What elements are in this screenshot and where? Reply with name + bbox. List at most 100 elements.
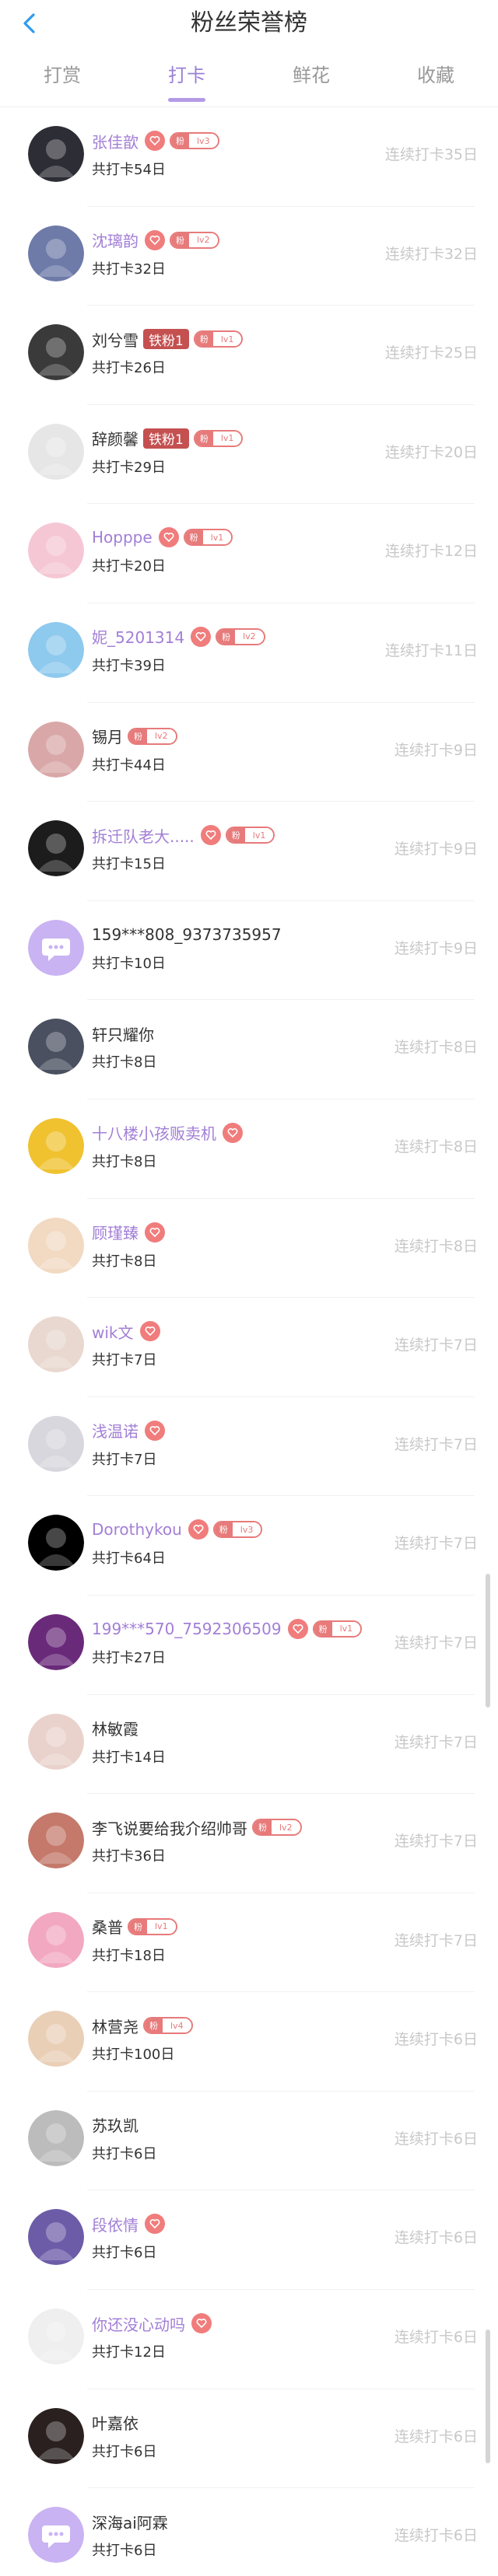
heart-icon: [188, 1519, 209, 1540]
user-name[interactable]: 刘兮雪: [92, 328, 139, 351]
user-name[interactable]: 叶嘉依: [92, 2411, 139, 2434]
user-name[interactable]: 辞颜馨: [92, 427, 139, 449]
avatar[interactable]: [28, 423, 84, 480]
user-name[interactable]: 桑普: [92, 1915, 123, 1938]
avatar[interactable]: [28, 2011, 84, 2067]
avatar[interactable]: [28, 2209, 84, 2266]
list-item[interactable]: 妮_5201314 粉 lv2 共打卡39日 连续打卡11日: [0, 603, 498, 703]
list-item[interactable]: 张佳歆粉 lv3 共打卡54日 连续打卡35日: [0, 107, 498, 207]
avatar[interactable]: [28, 1019, 84, 1075]
tab-flowers[interactable]: 鲜花: [249, 53, 374, 107]
avatar[interactable]: [28, 2309, 84, 2365]
list-item[interactable]: 199***570_7592306509 粉 lv1 共打卡27日 连续打卡7日: [0, 1596, 498, 1695]
list-item[interactable]: 林敏霞 共打卡14日 连续打卡7日: [0, 1695, 498, 1795]
list-item[interactable]: 浅温诺 共打卡7日 连续打卡7日: [0, 1397, 498, 1497]
user-name[interactable]: 林敏霞: [92, 1717, 139, 1739]
list-item[interactable]: 拆迁队老大..... 粉 lv1 共打卡15日 连续打卡9日: [0, 802, 498, 901]
user-photo-icon: [28, 1019, 84, 1075]
scrollbar-thumb[interactable]: [486, 2330, 490, 2463]
name-line: 轩只耀你: [92, 1022, 154, 1045]
user-name[interactable]: 深海ai阿霖: [92, 2511, 168, 2533]
user-photo-icon: [28, 1217, 84, 1274]
avatar[interactable]: [28, 523, 84, 579]
user-name[interactable]: 你还没心动吗: [92, 2312, 185, 2335]
list-item[interactable]: 深海ai阿霖 共打卡6日 连续打卡6日: [0, 2488, 498, 2576]
list-item[interactable]: 顾瑾臻 共打卡8日 连续打卡8日: [0, 1199, 498, 1298]
user-name[interactable]: 锡月: [92, 725, 123, 747]
heart-icon: [191, 626, 212, 647]
user-name[interactable]: 199***570_7592306509: [92, 1620, 282, 1638]
user-name[interactable]: 159***808_9373735957: [92, 925, 282, 944]
user-name[interactable]: 张佳歆: [92, 130, 139, 152]
user-name[interactable]: 十八楼小孩贩卖机: [92, 1121, 216, 1144]
list-item[interactable]: wik文 共打卡7日 连续打卡7日: [0, 1298, 498, 1397]
user-name[interactable]: wik文: [92, 1320, 134, 1343]
list-item[interactable]: 苏玖凯 共打卡6日 连续打卡6日: [0, 2092, 498, 2191]
list-item[interactable]: 十八楼小孩贩卖机 共打卡8日 连续打卡8日: [0, 1099, 498, 1199]
avatar[interactable]: [28, 1911, 84, 1968]
list-item[interactable]: Hopppe 粉 lv1 共打卡20日 连续打卡12日: [0, 504, 498, 603]
scrollbar-thumb[interactable]: [486, 1574, 490, 1707]
list-item[interactable]: 叶嘉依 共打卡6日 连续打卡6日: [0, 2389, 498, 2489]
user-name[interactable]: Hopppe: [92, 528, 153, 547]
user-name[interactable]: 苏玖凯: [92, 2113, 139, 2136]
avatar[interactable]: [28, 1713, 84, 1770]
tab-tips[interactable]: 打赏: [0, 53, 124, 107]
avatar[interactable]: [28, 1415, 84, 1472]
avatar[interactable]: [28, 1316, 84, 1373]
fan-label: 粉: [171, 232, 189, 247]
list-item[interactable]: 轩只耀你 共打卡8日 连续打卡8日: [0, 1000, 498, 1099]
avatar[interactable]: [28, 225, 84, 281]
list-item[interactable]: Dorothykou 粉 lv3 共打卡64日 连续打卡7日: [0, 1496, 498, 1596]
user-name[interactable]: 沈璃韵: [92, 229, 139, 251]
chat-bubble-icon: [28, 2507, 84, 2564]
avatar[interactable]: [28, 2407, 84, 2464]
user-name[interactable]: Dorothykou: [92, 1520, 182, 1539]
avatar[interactable]: [28, 820, 84, 877]
heart-icon: [139, 1321, 160, 1342]
streak-checkin-days: 连续打卡7日: [394, 1535, 478, 1553]
streak-checkin-days: 连续打卡11日: [384, 641, 478, 659]
list-item[interactable]: 李飞说要给我介绍帅哥粉 lv2 共打卡36日 连续打卡7日: [0, 1794, 498, 1893]
list-item[interactable]: 段依情 共打卡6日 连续打卡6日: [0, 2190, 498, 2290]
user-name[interactable]: 林营尧: [92, 2015, 139, 2037]
avatar[interactable]: [28, 1613, 84, 1670]
user-name[interactable]: 李飞说要给我介绍帅哥: [92, 1816, 247, 1839]
list-item[interactable]: 林营尧粉 lv4 共打卡100日 连续打卡6日: [0, 1992, 498, 2092]
streak-checkin-days: 连续打卡7日: [394, 1435, 478, 1453]
avatar[interactable]: [28, 1515, 84, 1571]
avatar[interactable]: [28, 1812, 84, 1869]
tab-checkin[interactable]: 打卡: [124, 53, 249, 107]
avatar[interactable]: [28, 721, 84, 778]
back-button[interactable]: [14, 6, 45, 40]
user-name[interactable]: 顾瑾臻: [92, 1221, 139, 1243]
streak-checkin-days: 连续打卡7日: [394, 1733, 478, 1751]
list-item[interactable]: 辞颜馨 铁粉1 粉 lv1 共打卡29日 连续打卡20日: [0, 405, 498, 505]
user-name[interactable]: 轩只耀你: [92, 1022, 154, 1045]
avatar[interactable]: [28, 621, 84, 678]
avatar[interactable]: [28, 919, 84, 976]
tab-bar: 打赏 打卡 鲜花 收藏: [0, 53, 498, 107]
list-item[interactable]: 桑普粉 lv1 共打卡18日 连续打卡7日: [0, 1893, 498, 1993]
list-item[interactable]: 锡月粉 lv2 共打卡44日 连续打卡9日: [0, 703, 498, 802]
avatar[interactable]: [28, 1117, 84, 1174]
avatar[interactable]: [28, 2507, 84, 2564]
user-name[interactable]: 拆迁队老大.....: [92, 824, 195, 847]
name-line: 妮_5201314 粉 lv2: [92, 625, 265, 648]
tab-favorites[interactable]: 收藏: [374, 53, 498, 107]
list-item[interactable]: 159***808_9373735957 共打卡10日 连续打卡9日: [0, 901, 498, 1001]
avatar[interactable]: [28, 2109, 84, 2166]
avatar[interactable]: [28, 1217, 84, 1274]
user-name[interactable]: 浅温诺: [92, 1419, 139, 1442]
list-item[interactable]: 刘兮雪 铁粉1 粉 lv1 共打卡26日 连续打卡25日: [0, 306, 498, 405]
fan-label: 粉: [171, 134, 189, 148]
user-name[interactable]: 妮_5201314: [92, 625, 184, 648]
fan-label: 粉: [195, 332, 213, 347]
checkin-ranking-list[interactable]: 张佳歆粉 lv3 共打卡54日 连续打卡35日 沈璃韵粉 lv2 共打卡32日 连续打卡32日…: [0, 107, 498, 2576]
list-item[interactable]: 沈璃韵粉 lv2 共打卡32日 连续打卡32日: [0, 207, 498, 306]
avatar[interactable]: [28, 126, 84, 182]
user-name[interactable]: 段依情: [92, 2213, 139, 2235]
total-checkin-days: 共打卡8日: [92, 1054, 157, 1071]
list-item[interactable]: 你还没心动吗 共打卡12日 连续打卡6日: [0, 2290, 498, 2389]
avatar[interactable]: [28, 324, 84, 381]
